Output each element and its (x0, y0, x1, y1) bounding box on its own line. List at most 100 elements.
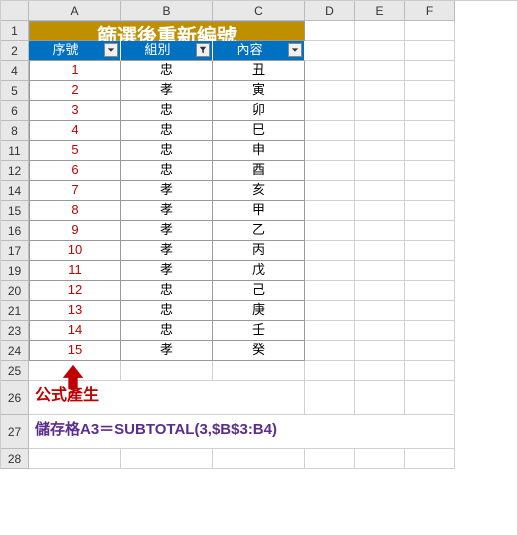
select-all-corner[interactable] (1, 1, 29, 21)
cell-E4[interactable] (355, 61, 405, 81)
col-header-E[interactable]: E (355, 1, 405, 21)
cell-E12[interactable] (355, 161, 405, 181)
cell-D6[interactable] (305, 101, 355, 121)
cell-A14[interactable]: 7 (29, 181, 121, 201)
cell-E5[interactable] (355, 81, 405, 101)
cell-E11[interactable] (355, 141, 405, 161)
cell-A6[interactable]: 3 (29, 101, 121, 121)
col-header-F[interactable]: F (405, 1, 455, 21)
cell-C24[interactable]: 癸 (213, 341, 305, 361)
row-header-14[interactable]: 14 (1, 181, 29, 201)
cell-E8[interactable] (355, 121, 405, 141)
cell-B20[interactable]: 忠 (121, 281, 213, 301)
cell-C25[interactable] (213, 361, 305, 381)
cell-A20[interactable]: 12 (29, 281, 121, 301)
cell-F4[interactable] (405, 61, 455, 81)
row-header-2[interactable]: 2 (1, 41, 29, 61)
cell-F6[interactable] (405, 101, 455, 121)
row-header-6[interactable]: 6 (1, 101, 29, 121)
cell-B15[interactable]: 孝 (121, 201, 213, 221)
cell-C14[interactable]: 亥 (213, 181, 305, 201)
filter-content[interactable] (288, 43, 302, 57)
cell-B8[interactable]: 忠 (121, 121, 213, 141)
cell-A21[interactable]: 13 (29, 301, 121, 321)
cell-C16[interactable]: 乙 (213, 221, 305, 241)
cell-F1[interactable] (405, 21, 455, 41)
cell-E21[interactable] (355, 301, 405, 321)
cell-E1[interactable] (355, 21, 405, 41)
cell-C11[interactable]: 申 (213, 141, 305, 161)
row-header-17[interactable]: 17 (1, 241, 29, 261)
cell-D4[interactable] (305, 61, 355, 81)
cell-A5[interactable]: 2 (29, 81, 121, 101)
cell-E6[interactable] (355, 101, 405, 121)
cell-F19[interactable] (405, 261, 455, 281)
cell-B17[interactable]: 孝 (121, 241, 213, 261)
cell-F23[interactable] (405, 321, 455, 341)
header-seq[interactable]: 序號 (29, 41, 121, 61)
cell-D14[interactable] (305, 181, 355, 201)
cell-B4[interactable]: 忠 (121, 61, 213, 81)
cell-E17[interactable] (355, 241, 405, 261)
cell-B19[interactable]: 孝 (121, 261, 213, 281)
cell-E16[interactable] (355, 221, 405, 241)
row-header-19[interactable]: 19 (1, 261, 29, 281)
row-header-12[interactable]: 12 (1, 161, 29, 181)
cell-D24[interactable] (305, 341, 355, 361)
cell-D2[interactable] (305, 41, 355, 61)
cell-F5[interactable] (405, 81, 455, 101)
cell-F28[interactable] (405, 449, 455, 469)
cell-F25[interactable] (405, 361, 455, 381)
cell-A28[interactable] (29, 449, 121, 469)
cell-B28[interactable] (121, 449, 213, 469)
cell-C5[interactable]: 寅 (213, 81, 305, 101)
cell-D17[interactable] (305, 241, 355, 261)
row-header-4[interactable]: 4 (1, 61, 29, 81)
cell-B25[interactable] (121, 361, 213, 381)
cell-A24[interactable]: 15 (29, 341, 121, 361)
cell-E24[interactable] (355, 341, 405, 361)
cell-D20[interactable] (305, 281, 355, 301)
cell-C15[interactable]: 甲 (213, 201, 305, 221)
cell-B12[interactable]: 忠 (121, 161, 213, 181)
cell-E15[interactable] (355, 201, 405, 221)
cell-E19[interactable] (355, 261, 405, 281)
col-header-B[interactable]: B (121, 1, 213, 21)
cell-D8[interactable] (305, 121, 355, 141)
cell-C19[interactable]: 戊 (213, 261, 305, 281)
cell-D26[interactable] (305, 381, 355, 415)
cell-E25[interactable] (355, 361, 405, 381)
cell-F2[interactable] (405, 41, 455, 61)
cell-F17[interactable] (405, 241, 455, 261)
col-header-C[interactable]: C (213, 1, 305, 21)
cell-E28[interactable] (355, 449, 405, 469)
cell-B21[interactable]: 忠 (121, 301, 213, 321)
cell-E20[interactable] (355, 281, 405, 301)
cell-A16[interactable]: 9 (29, 221, 121, 241)
cell-E2[interactable] (355, 41, 405, 61)
cell-D21[interactable] (305, 301, 355, 321)
cell-F20[interactable] (405, 281, 455, 301)
cell-D28[interactable] (305, 449, 355, 469)
cell-F12[interactable] (405, 161, 455, 181)
cell-C21[interactable]: 庚 (213, 301, 305, 321)
cell-A19[interactable]: 11 (29, 261, 121, 281)
cell-A25[interactable] (29, 361, 121, 381)
row-header-25[interactable]: 25 (1, 361, 29, 381)
row-header-23[interactable]: 23 (1, 321, 29, 341)
row-header-1[interactable]: 1 (1, 21, 29, 41)
cell-C8[interactable]: 巳 (213, 121, 305, 141)
cell-C28[interactable] (213, 449, 305, 469)
row-header-24[interactable]: 24 (1, 341, 29, 361)
cell-D12[interactable] (305, 161, 355, 181)
cell-C12[interactable]: 酉 (213, 161, 305, 181)
cell-B14[interactable]: 孝 (121, 181, 213, 201)
cell-F26[interactable] (405, 381, 455, 415)
cell-A23[interactable]: 14 (29, 321, 121, 341)
row-header-28[interactable]: 28 (1, 449, 29, 469)
cell-C20[interactable]: 己 (213, 281, 305, 301)
spreadsheet[interactable]: ABCDEF1篩選後重新編號2序號組別內容41忠丑52孝寅63忠卯84忠巳115… (0, 0, 517, 469)
row-header-27[interactable]: 27 (1, 415, 29, 449)
cell-B16[interactable]: 孝 (121, 221, 213, 241)
row-header-11[interactable]: 11 (1, 141, 29, 161)
